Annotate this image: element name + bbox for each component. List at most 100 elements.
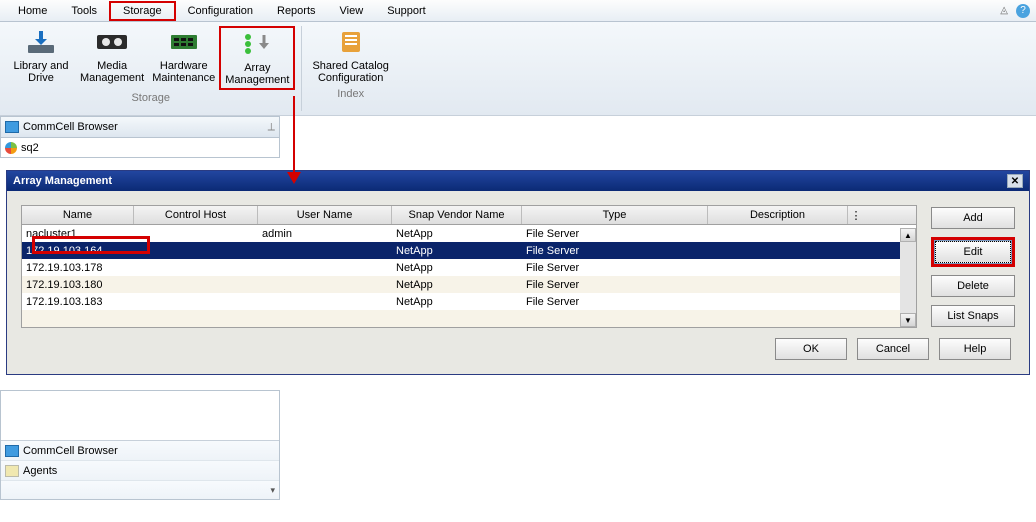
table-row[interactable]: 172.19.103.178 NetApp File Server bbox=[22, 259, 916, 276]
cell-name: 172.19.103.164 bbox=[22, 244, 134, 258]
table-row[interactable]: nacluster1 admin NetApp File Server bbox=[22, 225, 916, 242]
ribbon-label: Array bbox=[244, 62, 270, 74]
cell-type: File Server bbox=[522, 244, 708, 258]
table-row[interactable]: 172.19.103.180 NetApp File Server bbox=[22, 276, 916, 293]
pin-icon[interactable]: ⟂ bbox=[268, 121, 275, 134]
chevron-down-icon[interactable]: ▾ bbox=[270, 485, 275, 496]
edit-button-highlight: Edit bbox=[931, 237, 1015, 267]
col-type[interactable]: Type bbox=[522, 206, 708, 224]
menu-support[interactable]: Support bbox=[375, 3, 438, 19]
col-name[interactable]: Name bbox=[22, 206, 134, 224]
ribbon-label: Management bbox=[225, 74, 289, 86]
ribbon-label: Shared Catalog bbox=[312, 60, 388, 72]
cell-name: nacluster1 bbox=[22, 227, 134, 241]
table-row[interactable]: 172.19.103.164 NetApp File Server bbox=[22, 242, 916, 259]
help-button[interactable]: Help bbox=[939, 338, 1011, 360]
cell-vendor: NetApp bbox=[392, 227, 522, 241]
ribbon-media-management[interactable]: Media Management bbox=[76, 26, 148, 90]
cell-user bbox=[258, 250, 392, 252]
commcell-tree[interactable]: sq2 bbox=[0, 138, 280, 158]
hardware-icon bbox=[166, 28, 202, 56]
lower-row-agents[interactable]: Agents bbox=[1, 461, 279, 481]
col-control-host[interactable]: Control Host bbox=[134, 206, 258, 224]
dialog-side-buttons: Add Edit Delete List Snaps bbox=[931, 205, 1015, 328]
cell-user bbox=[258, 301, 392, 303]
dialog-bottom-buttons: OK Cancel Help bbox=[21, 328, 1015, 364]
cell-desc bbox=[708, 250, 848, 252]
menu-storage[interactable]: Storage bbox=[109, 1, 176, 21]
cell-control-host bbox=[134, 301, 258, 303]
edit-button[interactable]: Edit bbox=[935, 241, 1011, 263]
col-description[interactable]: Description bbox=[708, 206, 848, 224]
cell-name: 172.19.103.178 bbox=[22, 261, 134, 275]
ribbon-label: Drive bbox=[28, 72, 54, 84]
ribbon-shared-catalog[interactable]: Shared Catalog Configuration bbox=[308, 26, 392, 86]
annotation-arrow bbox=[293, 96, 295, 176]
cell-vendor: NetApp bbox=[392, 261, 522, 275]
cell-control-host bbox=[134, 233, 258, 235]
cell-control-host bbox=[134, 250, 258, 252]
lower-panel: CommCell Browser Agents ▾ bbox=[0, 390, 280, 500]
col-user-name[interactable]: User Name bbox=[258, 206, 392, 224]
commcell-node-icon bbox=[5, 142, 17, 154]
cell-name: 172.19.103.183 bbox=[22, 295, 134, 309]
array-grid[interactable]: Name Control Host User Name Snap Vendor … bbox=[21, 205, 917, 328]
cancel-button[interactable]: Cancel bbox=[857, 338, 929, 360]
list-snaps-button[interactable]: List Snaps bbox=[931, 305, 1015, 327]
table-row-empty bbox=[22, 310, 916, 327]
catalog-icon bbox=[333, 28, 369, 56]
commcell-icon bbox=[5, 445, 19, 457]
dialog-title-text: Array Management bbox=[13, 175, 112, 187]
media-icon bbox=[94, 28, 130, 56]
ribbon-hardware-maintenance[interactable]: Hardware Maintenance bbox=[148, 26, 219, 90]
ribbon-group-label: Index bbox=[302, 86, 398, 104]
ribbon-group-index: Shared Catalog Configuration Index bbox=[302, 22, 398, 115]
table-row[interactable]: 172.19.103.183 NetApp File Server bbox=[22, 293, 916, 310]
scroll-up-icon[interactable]: ▲ bbox=[900, 228, 916, 242]
cell-name: 172.19.103.180 bbox=[22, 278, 134, 292]
ribbon-label: Configuration bbox=[318, 72, 383, 84]
ribbon-label: Media bbox=[97, 60, 127, 72]
collapse-ribbon-icon[interactable]: ◬ bbox=[1000, 5, 1008, 16]
close-icon[interactable]: ✕ bbox=[1007, 174, 1023, 188]
commcell-browser-header[interactable]: CommCell Browser ⟂ bbox=[0, 116, 280, 138]
add-button[interactable]: Add bbox=[931, 207, 1015, 229]
grid-header: Name Control Host User Name Snap Vendor … bbox=[22, 206, 916, 225]
ribbon-group-label: Storage bbox=[0, 90, 301, 108]
menu-configuration[interactable]: Configuration bbox=[176, 3, 265, 19]
cell-vendor: NetApp bbox=[392, 295, 522, 309]
menu-reports[interactable]: Reports bbox=[265, 3, 328, 19]
cell-desc bbox=[708, 267, 848, 269]
lower-row-commcell[interactable]: CommCell Browser bbox=[1, 441, 279, 461]
commcell-icon bbox=[5, 121, 19, 133]
lower-row-label: Agents bbox=[23, 465, 57, 477]
dialog-titlebar[interactable]: Array Management ✕ bbox=[7, 171, 1029, 191]
menu-view[interactable]: View bbox=[328, 3, 376, 19]
ribbon-label: Maintenance bbox=[152, 72, 215, 84]
cell-desc bbox=[708, 284, 848, 286]
lower-footer[interactable]: ▾ bbox=[1, 481, 279, 499]
grid-scrollbar[interactable]: ▲ ▼ bbox=[900, 228, 916, 327]
ribbon-library-drive[interactable]: Library and Drive bbox=[6, 26, 76, 90]
ribbon-label: Management bbox=[80, 72, 144, 84]
cell-type: File Server bbox=[522, 261, 708, 275]
ribbon-array-management[interactable]: Array Management bbox=[219, 26, 295, 90]
lower-blank bbox=[1, 391, 279, 441]
col-menu-icon[interactable]: ⋮ bbox=[848, 206, 864, 224]
col-snap-vendor[interactable]: Snap Vendor Name bbox=[392, 206, 522, 224]
cell-vendor: NetApp bbox=[392, 278, 522, 292]
menu-tools[interactable]: Tools bbox=[59, 3, 109, 19]
cell-type: File Server bbox=[522, 278, 708, 292]
cell-vendor: NetApp bbox=[392, 244, 522, 258]
menu-home[interactable]: Home bbox=[6, 3, 59, 19]
cell-type: File Server bbox=[522, 295, 708, 309]
ribbon-label: Library and bbox=[13, 60, 68, 72]
commcell-node-label: sq2 bbox=[21, 142, 39, 154]
cell-user: admin bbox=[258, 227, 392, 241]
cell-control-host bbox=[134, 284, 258, 286]
ok-button[interactable]: OK bbox=[775, 338, 847, 360]
scroll-down-icon[interactable]: ▼ bbox=[900, 313, 916, 327]
help-icon[interactable]: ? bbox=[1016, 4, 1030, 18]
delete-button[interactable]: Delete bbox=[931, 275, 1015, 297]
commcell-browser-panel: CommCell Browser ⟂ sq2 bbox=[0, 116, 280, 158]
